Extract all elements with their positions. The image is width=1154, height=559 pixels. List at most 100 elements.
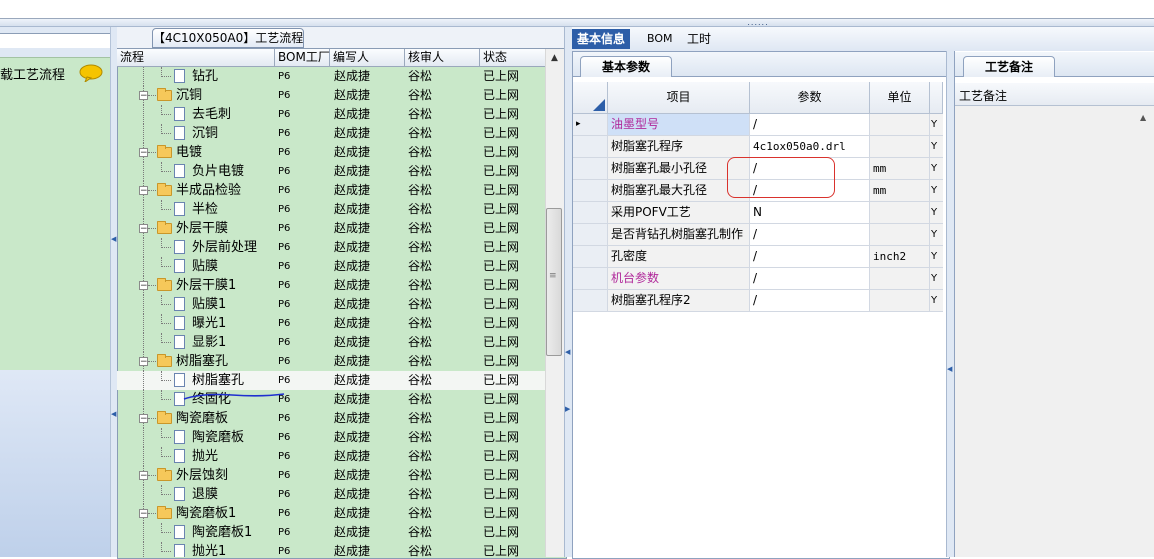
- collapse-arrow-icon[interactable]: ◀: [947, 365, 952, 373]
- collapse-toggle-icon[interactable]: −: [139, 357, 148, 367]
- reviewer-cell: 谷松: [408, 392, 433, 406]
- collapse-toggle-icon[interactable]: −: [139, 471, 148, 481]
- param-value-field[interactable]: /: [750, 290, 870, 311]
- column-header-unit[interactable]: 单位: [870, 82, 930, 113]
- splitter-grip-icon[interactable]: ......: [728, 19, 788, 27]
- collapse-toggle-icon[interactable]: −: [139, 509, 148, 519]
- param-row[interactable]: 树脂塞孔程序2/ Y: [573, 290, 943, 312]
- tree-node-folder[interactable]: − 外层干膜1 P6 赵成捷 谷松 已上网: [117, 276, 545, 295]
- tree-node-step[interactable]: 曝光1 P6 赵成捷 谷松 已上网: [117, 314, 545, 333]
- tab-process-flow[interactable]: 【4C10X050A0】工艺流程: [152, 28, 304, 48]
- param-row[interactable]: 采用POFV工艺 N Y: [573, 202, 943, 224]
- tab-bom[interactable]: BOM: [642, 29, 678, 49]
- status-cell: 已上网: [483, 183, 520, 197]
- collapse-arrow-icon[interactable]: ◀: [565, 348, 570, 356]
- tab-work-hours[interactable]: 工时: [682, 29, 716, 49]
- param-value-field[interactable]: N: [750, 202, 870, 223]
- column-header-process[interactable]: 流程: [117, 49, 275, 66]
- tree-node-folder[interactable]: − 树脂塞孔 P6 赵成捷 谷松 已上网: [117, 352, 545, 371]
- param-value-field[interactable]: /: [750, 246, 870, 267]
- param-row[interactable]: 孔密度 / inch2 Y: [573, 246, 943, 268]
- tree-node-label: 陶瓷磨板1: [176, 506, 237, 521]
- tab-basic-info[interactable]: 基本信息: [572, 29, 631, 49]
- tree-node-step[interactable]: 去毛刺 P6 赵成捷 谷松 已上网: [117, 105, 545, 124]
- bom-cell: P6: [278, 166, 291, 177]
- collapse-toggle-icon[interactable]: −: [139, 148, 148, 158]
- param-value-field[interactable]: /: [750, 114, 870, 135]
- column-header-reviewer[interactable]: 核审人: [405, 49, 480, 66]
- tree-node-label: 外层干膜1: [176, 278, 237, 293]
- param-row[interactable]: 机台参数 / Y: [573, 268, 943, 290]
- top-splitter[interactable]: [0, 19, 1154, 27]
- document-icon: [174, 164, 185, 178]
- param-row[interactable]: 树脂塞孔程序 4c1ox050a0.drl Y: [573, 136, 943, 158]
- tree-node-folder[interactable]: − 电镀 P6 赵成捷 谷松 已上网: [117, 143, 545, 162]
- document-icon: [174, 449, 185, 463]
- scroll-up-icon[interactable]: ▲: [545, 51, 564, 65]
- tab-process-notes[interactable]: 工艺备注: [963, 56, 1055, 77]
- collapse-arrow-icon[interactable]: ▶: [565, 405, 570, 413]
- bom-cell: P6: [278, 508, 291, 519]
- column-header-bom[interactable]: BOM工厂: [275, 49, 330, 66]
- tree-node-step[interactable]: 显影1 P6 赵成捷 谷松 已上网: [117, 333, 545, 352]
- tree-node-step[interactable]: 负片电镀 P6 赵成捷 谷松 已上网: [117, 162, 545, 181]
- tree-node-folder[interactable]: − 陶瓷磨板1 P6 赵成捷 谷松 已上网: [117, 504, 545, 523]
- bom-cell: P6: [278, 527, 291, 538]
- collapse-toggle-icon[interactable]: −: [139, 224, 148, 234]
- tab-basic-params[interactable]: 基本参数: [580, 56, 672, 77]
- notes-textarea[interactable]: [955, 106, 1154, 557]
- collapse-left-icon[interactable]: ◀: [111, 410, 116, 418]
- row-selector[interactable]: [573, 290, 608, 311]
- tree-node-step[interactable]: 陶瓷磨板 P6 赵成捷 谷松 已上网: [117, 428, 545, 447]
- tree-node-label: 树脂塞孔: [192, 373, 245, 388]
- row-selector[interactable]: [573, 246, 608, 267]
- tree-node-folder[interactable]: − 半成品检验 P6 赵成捷 谷松 已上网: [117, 181, 545, 200]
- status-cell: 已上网: [483, 392, 520, 406]
- param-value-field[interactable]: /: [750, 224, 870, 245]
- left-panel-item[interactable]: [0, 57, 111, 371]
- tree-node-step[interactable]: 沉铜 P6 赵成捷 谷松 已上网: [117, 124, 545, 143]
- row-selector[interactable]: [573, 224, 608, 245]
- param-row[interactable]: 是否背钻孔树脂塞孔制作 / Y: [573, 224, 943, 246]
- column-header-item[interactable]: 项目: [608, 82, 750, 113]
- row-selector[interactable]: [573, 268, 608, 289]
- writer-cell: 赵成捷: [334, 183, 371, 197]
- speech-bubble-icon[interactable]: [79, 64, 103, 82]
- row-selector[interactable]: [573, 136, 608, 157]
- row-selector[interactable]: [573, 158, 608, 179]
- tree-node-step[interactable]: 半检 P6 赵成捷 谷松 已上网: [117, 200, 545, 219]
- row-selector[interactable]: [573, 202, 608, 223]
- column-header-value[interactable]: 参数: [750, 82, 870, 113]
- collapse-toggle-icon[interactable]: −: [139, 91, 148, 101]
- collapse-toggle-icon[interactable]: −: [139, 281, 148, 291]
- tree-node-step[interactable]: 贴膜 P6 赵成捷 谷松 已上网: [117, 257, 545, 276]
- tree-node-step[interactable]: 树脂塞孔 P6 赵成捷 谷松 已上网: [117, 371, 545, 390]
- scroll-up-icon[interactable]: ▲: [1140, 113, 1146, 122]
- tree-node-step[interactable]: 陶瓷磨板1 P6 赵成捷 谷松 已上网: [117, 523, 545, 542]
- param-value-field[interactable]: 4c1ox050a0.drl: [750, 136, 870, 157]
- param-row[interactable]: ▸ 油墨型号 / Y: [573, 114, 943, 136]
- tree-node-step[interactable]: 贴膜1 P6 赵成捷 谷松 已上网: [117, 295, 545, 314]
- column-header-writer[interactable]: 编写人: [330, 49, 405, 66]
- status-cell: 已上网: [483, 107, 520, 121]
- tree-node-step[interactable]: 钻孔 P6 赵成捷 谷松 已上网: [117, 67, 545, 86]
- collapse-left-icon[interactable]: ◀: [111, 235, 116, 243]
- status-cell: 已上网: [483, 487, 520, 501]
- tree-node-folder[interactable]: − 沉铜 P6 赵成捷 谷松 已上网: [117, 86, 545, 105]
- tree-node-step[interactable]: 抛光 P6 赵成捷 谷松 已上网: [117, 447, 545, 466]
- column-header-status[interactable]: 状态: [480, 49, 545, 66]
- top-bar: [0, 0, 1154, 19]
- folder-icon: [157, 88, 172, 101]
- tree-node-step[interactable]: 抛光1 P6 赵成捷 谷松 已上网: [117, 542, 545, 557]
- collapse-toggle-icon[interactable]: −: [139, 186, 148, 196]
- tree-node-step[interactable]: 退膜 P6 赵成捷 谷松 已上网: [117, 485, 545, 504]
- tree-node-folder[interactable]: − 陶瓷磨板 P6 赵成捷 谷松 已上网: [117, 409, 545, 428]
- row-selector[interactable]: ▸: [573, 114, 608, 135]
- collapse-toggle-icon[interactable]: −: [139, 414, 148, 424]
- tree-node-step[interactable]: 外层前处理 P6 赵成捷 谷松 已上网: [117, 238, 545, 257]
- tree-node-folder[interactable]: − 外层蚀刻 P6 赵成捷 谷松 已上网: [117, 466, 545, 485]
- tree-node-folder[interactable]: − 外层干膜 P6 赵成捷 谷松 已上网: [117, 219, 545, 238]
- param-value-field[interactable]: /: [750, 268, 870, 289]
- row-selector[interactable]: [573, 180, 608, 201]
- tree-line: [143, 257, 144, 276]
